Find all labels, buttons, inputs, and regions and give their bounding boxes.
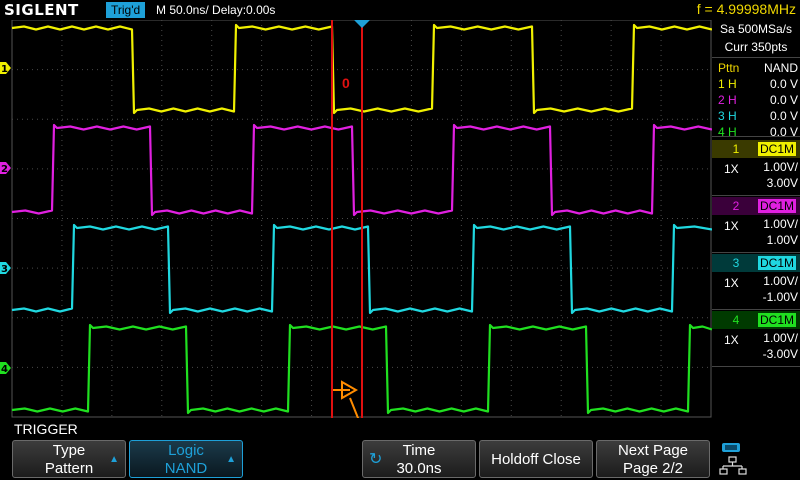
channel-scale: 1.00V/ xyxy=(763,331,798,345)
channel-offset: -3.00V xyxy=(762,347,798,361)
pattern-header: Pttn NAND xyxy=(712,60,800,76)
cursor-label: 0 xyxy=(342,75,350,91)
waveform-display[interactable]: 1 2 3 4 0 xyxy=(0,20,712,418)
channel-4-info[interactable]: 4 DC1M 1X 1.00V/ -3.00V xyxy=(712,311,800,367)
pattern-row-2: 2 H 0.0 V xyxy=(712,92,800,108)
pattern-row-label: 1 H xyxy=(718,77,737,91)
logic-softkey[interactable]: Logic NAND ▲ xyxy=(129,440,243,478)
top-status-bar: SIGLENT Trig'd M 50.0ns/ Delay:0.00s f =… xyxy=(0,0,800,20)
brand-logo: SIGLENT xyxy=(4,1,79,19)
menu-title: TRIGGER xyxy=(14,421,78,437)
pattern-box: Pttn NAND 1 H 0.0 V 2 H 0.0 V 3 H 0.0 V … xyxy=(712,57,800,140)
channel-level-marker-label: 1 xyxy=(1,64,8,75)
softkey-label: Holdoff Close xyxy=(491,451,581,468)
pattern-row-4: 4 H 0.0 V xyxy=(712,124,800,140)
trigger-position-marker xyxy=(354,20,370,28)
channel-coupling: DC1M xyxy=(757,256,796,270)
pattern-title: Pttn xyxy=(718,61,740,75)
channel-probe: 1X xyxy=(724,333,739,347)
channel-level-marker-label: 2 xyxy=(1,164,8,175)
info-panel: Sa 500MSa/s Curr 350pts Pttn NAND 1 H 0.… xyxy=(712,20,800,440)
memory-depth: Curr 350pts xyxy=(724,40,788,54)
softkey-bar: Type Pattern ▲ Logic NAND ▲ ↻ Time 30.0n… xyxy=(0,438,800,480)
network-icon xyxy=(719,456,747,475)
arrow-up-icon: ▲ xyxy=(226,454,236,465)
pattern-row-value: 0.0 V xyxy=(769,93,798,107)
pattern-logic: NAND xyxy=(763,61,798,75)
holdoff-softkey[interactable]: Holdoff Close xyxy=(479,440,593,478)
channel-number: 2 xyxy=(732,199,740,213)
frequency-counter: f = 4.99998MHz xyxy=(696,1,796,17)
pattern-row-label: 2 H xyxy=(718,93,737,107)
delay-value: Delay:0.00s xyxy=(212,3,276,17)
channel-level-marker-label: 3 xyxy=(1,264,8,275)
channel-2-info[interactable]: 2 DC1M 1X 1.00V/ 1.00V xyxy=(712,197,800,253)
channel-number: 4 xyxy=(732,313,740,327)
pattern-row-3: 3 H 0.0 V xyxy=(712,108,800,124)
time-softkey[interactable]: ↻ Time 30.0ns xyxy=(362,440,476,478)
pattern-time-leader xyxy=(349,397,360,418)
timebase-value: M 50.0ns/ xyxy=(156,3,209,17)
rotate-knob-icon: ↻ xyxy=(369,451,383,468)
pattern-row-value: 0.0 V xyxy=(769,109,798,123)
connection-status xyxy=(718,440,748,478)
channel-number: 3 xyxy=(732,256,740,270)
channel-offset: -1.00V xyxy=(762,290,798,304)
channel-coupling: DC1M xyxy=(757,313,796,327)
timebase-readout: M 50.0ns/ Delay:0.00s xyxy=(156,3,275,17)
channel-number: 1 xyxy=(732,142,740,156)
softkey-value: Page 2/2 xyxy=(622,460,684,477)
channel-probe: 1X xyxy=(724,219,739,233)
softkey-label: Next Page xyxy=(617,442,689,459)
channel-scale: 1.00V/ xyxy=(763,217,798,231)
channel-offset: 3.00V xyxy=(766,176,798,190)
arrow-up-icon: ▲ xyxy=(109,454,119,465)
pattern-row-1: 1 H 0.0 V xyxy=(712,76,800,92)
type-softkey[interactable]: Type Pattern ▲ xyxy=(12,440,126,478)
pattern-row-label: 3 H xyxy=(718,109,737,123)
pattern-row-value: 0.0 V xyxy=(769,77,798,91)
channel-level-marker-label: 4 xyxy=(1,364,8,375)
pattern-row-value: 0.0 V xyxy=(769,125,798,139)
channel-coupling: DC1M xyxy=(757,199,796,213)
trigger-status-badge: Trig'd xyxy=(106,2,146,18)
pattern-row-label: 4 H xyxy=(718,125,737,139)
channel-offset: 1.00V xyxy=(766,233,798,247)
channel-scale: 1.00V/ xyxy=(763,160,798,174)
channel-coupling: DC1M xyxy=(757,142,796,156)
channel-probe: 1X xyxy=(724,162,739,176)
channel-3-info[interactable]: 3 DC1M 1X 1.00V/ -1.00V xyxy=(712,254,800,310)
waveform-svg: 1 2 3 4 0 xyxy=(0,20,712,418)
channel-probe: 1X xyxy=(724,276,739,290)
next-page-softkey[interactable]: Next Page Page 2/2 xyxy=(596,440,710,478)
sample-rate: Sa 500MSa/s xyxy=(719,22,793,36)
channel-1-info[interactable]: 1 DC1M 1X 1.00V/ 3.00V xyxy=(712,140,800,196)
channel-scale: 1.00V/ xyxy=(763,274,798,288)
